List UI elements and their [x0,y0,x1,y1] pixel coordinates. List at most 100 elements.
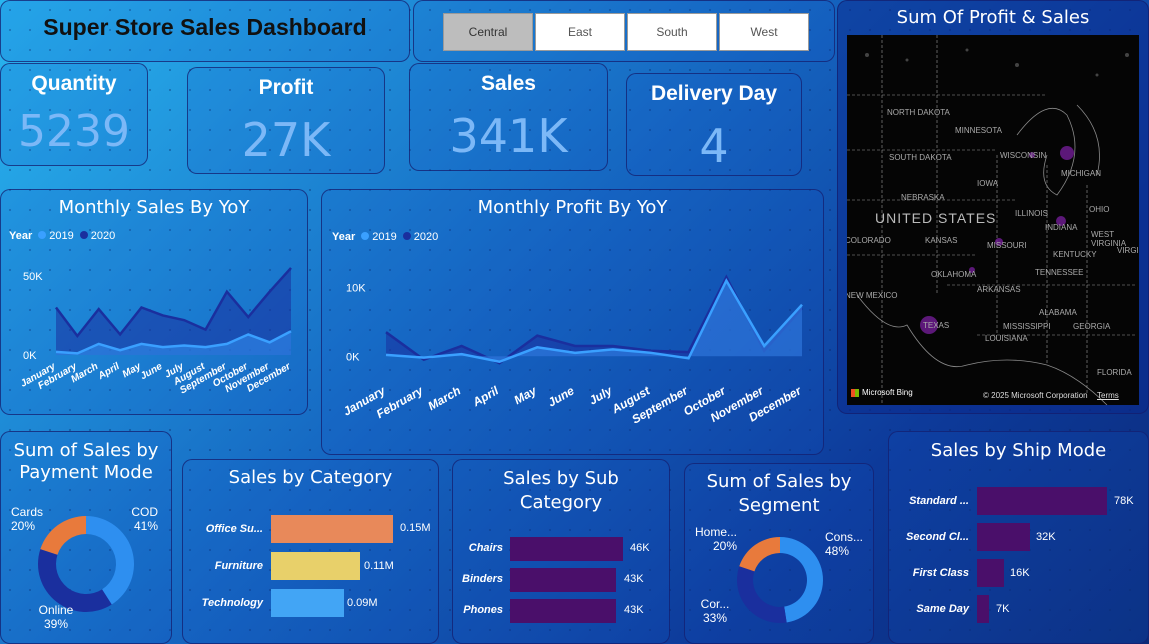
kpi-quantity-label: Quantity [31,72,117,95]
bar[interactable] [510,537,623,561]
bar[interactable] [977,487,1107,515]
map-state-label: NEBRASKA [901,193,945,202]
map-state-label: ALABAMA [1039,308,1077,317]
x-tick-label: May [512,383,540,407]
category-label: Technology [201,597,263,609]
map-state-label: LOUISIANA [985,334,1028,343]
dashboard-title-card: Super Store Sales Dashboard [0,0,410,62]
kpi-sales-value: 341K [449,109,568,163]
category-value: 0.11M [364,560,394,572]
kpi-profit-card: Profit 27K [187,67,385,174]
slicer-west-button[interactable]: West [719,13,809,51]
category-value: 0.09M [347,597,378,609]
map-state-label: MISSISSIPPI [1003,322,1051,331]
map-terms-link[interactable]: Terms [1097,391,1119,400]
donut-label: COD [131,505,158,519]
x-tick-label: June [545,383,577,409]
shipmode-value: 32K [1036,531,1056,543]
map-state-label: VIRGINIA [1117,246,1139,255]
subcategory-title: Sales by Sub Category [503,468,619,513]
map-state-label: KANSAS [925,236,958,245]
bar[interactable] [977,595,989,623]
map-state-label: FLORIDA [1097,368,1132,377]
donut-label: Cor... [701,597,730,611]
payment-mode-card: Sum of Sales by Payment Mode COD 41% Onlin… [0,431,172,644]
map-state-label: TENNESSEE [1035,268,1084,277]
slicer-east-button[interactable]: East [535,13,625,51]
subcategory-card: Sales by Sub Category Chairs Binders Pho… [452,459,670,644]
map-state-label: KENTUCKY [1053,250,1097,259]
category-card: Sales by Category Office Su... Furniture… [182,459,439,644]
kpi-sales-label: Sales [481,72,536,95]
donut-slice[interactable] [40,516,86,555]
bar[interactable] [977,523,1031,551]
monthly-sales-card: Monthly Sales By YoY Year 2019 2020 50K 0… [0,189,308,415]
bar[interactable] [510,599,616,623]
map-card: Sum Of Profit & Sales NORTH DAKOTA MINNE… [837,0,1149,414]
map-state-label: COLORADO [847,236,891,245]
x-tick-label: March [426,383,464,413]
kpi-quantity-card: Quantity 5239 [0,63,148,166]
map-state-label: ARKANSAS [977,285,1021,294]
dashboard-title: Super Store Sales Dashboard [43,14,367,40]
map-copyright: © 2025 Microsoft Corporation [983,391,1088,400]
bar[interactable] [271,589,345,617]
donut-slice[interactable] [737,566,787,623]
map-title: Sum Of Profit & Sales [896,7,1090,28]
map-view[interactable]: NORTH DAKOTA MINNESOTA SOUTH DAKOTA WISC… [847,35,1139,405]
bar[interactable] [271,515,393,543]
map-state-label: SOUTH DAKOTA [889,153,952,162]
shipmode-title: Sales by Ship Mode [930,440,1107,461]
shipmode-label: Second Cl... [906,531,969,543]
map-state-label: INDIANA [1045,223,1078,232]
kpi-delivery-value: 4 [699,119,729,173]
bing-label: Microsoft Bing [862,388,913,397]
subcategory-label: Chairs [468,542,503,554]
bing-logo: Microsoft Bing [851,388,913,397]
shipmode-label: Standard ... [909,495,969,507]
shipmode-value: 78K [1114,495,1134,507]
segment-donut-chart[interactable]: Cons...48% Cor...33% Home...20% [685,464,874,644]
donut-slice[interactable] [86,516,134,605]
subcategory-label: Binders [462,573,503,585]
kpi-profit-value: 27K [241,113,331,167]
donut-label: Cards [11,505,43,519]
subcategory-value: 43K [624,573,644,585]
shipmode-value: 16K [1010,567,1030,579]
map-state-label: WISCONSIN [1000,151,1047,160]
map-state-label: MICHIGAN [1061,169,1101,178]
y-tick-label: 0K [346,351,360,363]
monthly-profit-chart[interactable]: 10K0KJanuaryFebruary March April May June Jul… [322,190,824,455]
kpi-profit-label: Profit [258,76,314,99]
donut-slice[interactable] [780,537,823,623]
map-state-label: OHIO [1089,205,1110,214]
shipmode-value: 7K [996,603,1010,615]
monthly-sales-chart[interactable]: 50K0KJanuaryFebruaryMarchApril MayJuneJul… [1,190,308,415]
monthly-profit-card: Monthly Profit By YoY Year 2019 2020 10K… [321,189,824,455]
donut-percent: 39% [44,617,68,631]
map-state-label: IOWA [977,179,999,188]
donut-percent: 20% [713,539,737,553]
slicer-south-button[interactable]: South [627,13,717,51]
donut-label: Home... [695,525,737,539]
map-state-label: NORTH DAKOTA [887,108,950,117]
subcategory-label: Phones [463,604,503,616]
donut-percent: 20% [11,519,35,533]
y-tick-label: 10K [346,283,366,295]
donut-label: Online [39,603,74,617]
donut-percent: 33% [703,611,727,625]
bar[interactable] [510,568,616,592]
y-tick-label: 50K [23,271,43,283]
category-value: 0.15M [400,522,431,534]
payment-donut-chart[interactable]: COD41% Online39% Cards20% [1,432,172,644]
slicer-central-button[interactable]: Central [443,13,533,51]
donut-percent: 48% [825,544,849,558]
x-tick-label: May [121,361,144,380]
shipmode-label: First Class [912,567,969,579]
kpi-sales-card: Sales 341K [409,63,608,171]
bar[interactable] [977,559,1004,587]
bar[interactable] [271,552,361,580]
map-state-label: TEXAS [923,321,950,330]
donut-slice[interactable] [739,537,780,572]
map-state-label: NEW MEXICO [847,291,898,300]
